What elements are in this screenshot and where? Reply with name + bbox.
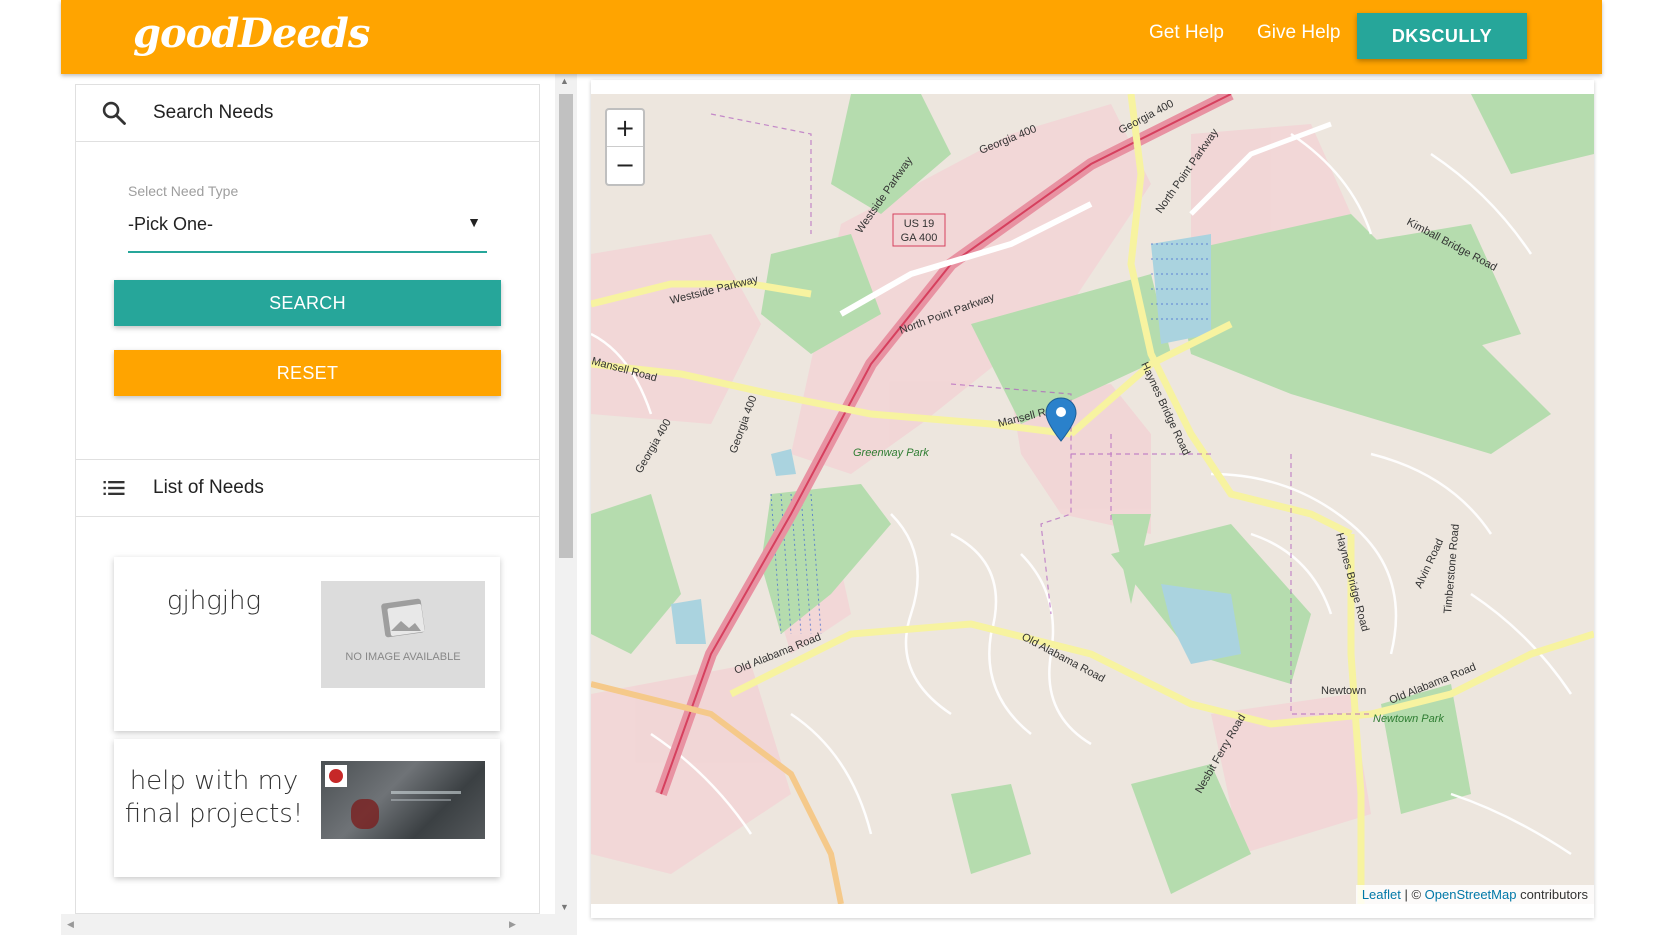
scroll-down-icon[interactable]: ▼ [560, 902, 569, 912]
reset-button[interactable]: RESET [114, 350, 501, 396]
search-icon [100, 99, 128, 127]
search-needs-header[interactable]: Search Needs [76, 85, 539, 142]
sidebar-vertical-scrollbar[interactable]: ▲ ▼ [555, 74, 577, 914]
nav-get-help[interactable]: Get Help [1149, 22, 1224, 44]
map-label-greenway: Greenway Park [853, 447, 929, 459]
zoom-in-button[interactable]: + [607, 110, 643, 147]
map-card: Georgia 400 Georgia 400 Westside Parkway… [591, 80, 1594, 918]
scroll-left-icon[interactable]: ◀ [67, 919, 74, 930]
zoom-out-button[interactable]: − [607, 147, 643, 184]
rose-image-icon [329, 769, 343, 783]
brand-logo[interactable]: goodDeeds [133, 10, 370, 57]
project-screenshot-thumbnail [321, 761, 485, 839]
leaflet-link[interactable]: Leaflet [1362, 887, 1401, 902]
svg-text:GA 400: GA 400 [901, 232, 938, 244]
need-card-title: gjhgjhg [166, 586, 262, 616]
scrollbar-thumb[interactable] [559, 94, 573, 558]
nav-give-help[interactable]: Give Help [1257, 22, 1340, 44]
list-needs-title: List of Needs [153, 477, 264, 498]
search-needs-title: Search Needs [153, 102, 274, 123]
svg-text:US 19: US 19 [904, 218, 935, 230]
no-image-text: NO IMAGE AVAILABLE [345, 651, 461, 663]
map-tiles: Georgia 400 Georgia 400 Westside Parkway… [591, 94, 1594, 904]
list-icon [100, 474, 128, 502]
search-button[interactable]: SEARCH [114, 280, 501, 326]
user-menu-button[interactable]: DKSCULLY [1357, 13, 1527, 59]
app-root: goodDeeds Get Help Give Help DKSCULLY Se… [61, 0, 1602, 935]
attribution-contributors: contributors [1516, 887, 1588, 902]
list-needs-header[interactable]: List of Needs [76, 460, 539, 517]
need-card-title: help with my final projects! [124, 766, 304, 829]
need-type-select[interactable]: -Pick One- ▼ [128, 208, 487, 253]
map-label-newtown-park: Newtown Park [1373, 713, 1444, 725]
osm-link[interactable]: OpenStreetMap [1425, 887, 1517, 902]
navbar: goodDeeds Get Help Give Help DKSCULLY [61, 0, 1602, 74]
attribution-separator: | © [1400, 887, 1425, 902]
search-form: Select Need Type -Pick One- ▼ SEARCH RES… [76, 142, 539, 460]
map-label-newtown: Newtown [1321, 685, 1366, 697]
need-type-value: -Pick One- [128, 214, 214, 234]
sidebar-horizontal-scrollbar[interactable]: ◀ ▶ [61, 914, 577, 935]
map-zoom-control: + − [605, 108, 645, 186]
dropdown-caret-icon: ▼ [467, 214, 481, 230]
map[interactable]: Georgia 400 Georgia 400 Westside Parkway… [591, 94, 1594, 904]
need-card[interactable]: help with my final projects! [114, 739, 500, 877]
need-type-label: Select Need Type [128, 183, 239, 199]
no-image-placeholder: NO IMAGE AVAILABLE [321, 581, 485, 688]
sidebar: Search Needs Select Need Type -Pick One-… [75, 84, 540, 914]
sidebar-frame: Search Needs Select Need Type -Pick One-… [61, 74, 577, 935]
need-card[interactable]: gjhgjhg NO IMAGE AVAILABLE [114, 557, 500, 731]
scroll-right-icon[interactable]: ▶ [509, 919, 516, 930]
map-attribution: Leaflet | © OpenStreetMap contributors [1355, 885, 1594, 904]
scroll-up-icon[interactable]: ▲ [560, 76, 569, 86]
